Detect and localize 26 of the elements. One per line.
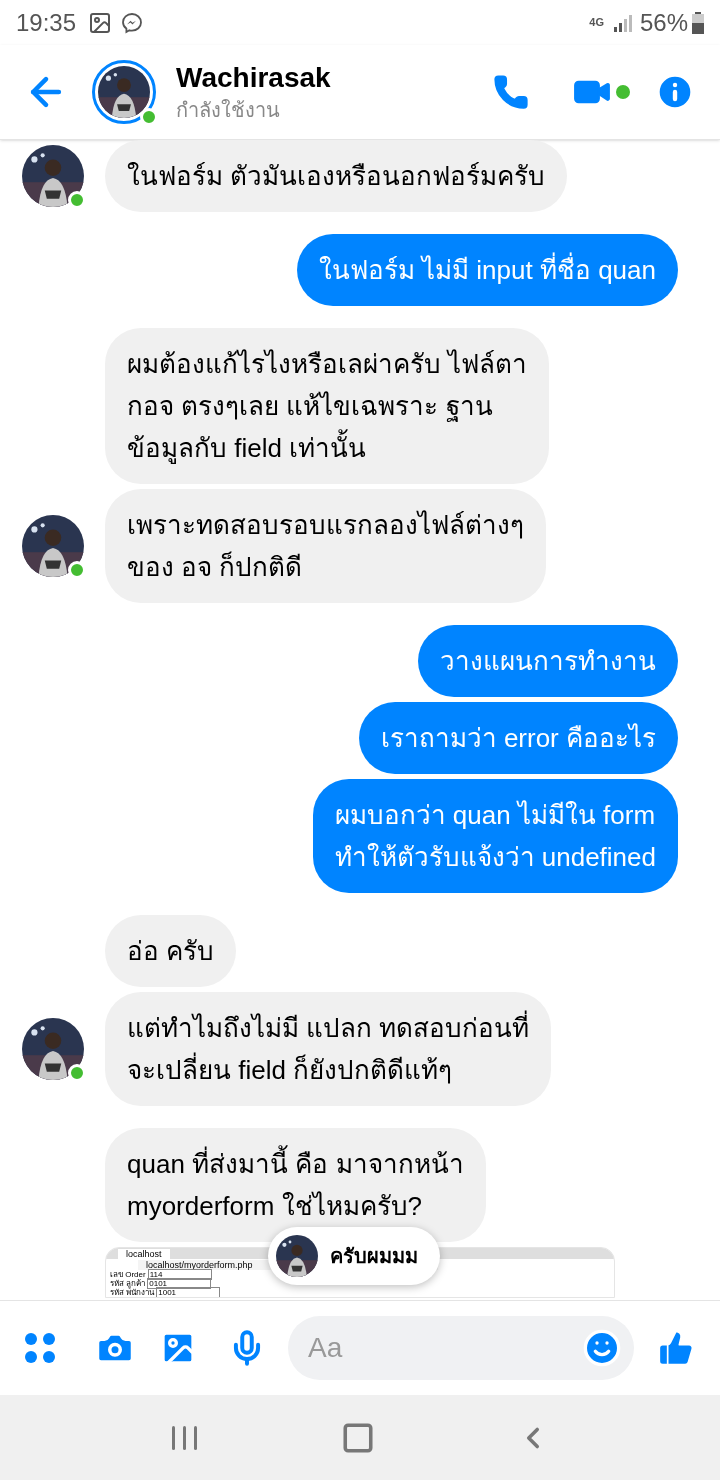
message-bubble[interactable]: ผมต้องแก้ไรไงหรือเลผ่าครับ ไฟล์ตา กอจ ตรงๆเลย แห้ไขเฉพราะ ฐาน ข้อมูลกับ field เท่านั้น (105, 328, 550, 484)
form-label: รหัส พนักงาน (110, 1288, 155, 1297)
active-status: กำลังใช้งาน (176, 97, 281, 123)
form-field: 114 (147, 1269, 212, 1280)
clock: 19:35 (16, 7, 77, 38)
message-bubble[interactable]: เราถามว่า error คืออะไร (358, 702, 678, 774)
toast-text: ครับผมมม (330, 1244, 418, 1269)
battery-percent: 56% (639, 7, 688, 38)
message-field[interactable]: Aa (288, 1316, 634, 1380)
message-bubble[interactable]: ในฟอร์ม ไม่มี input ที่ชื่อ quan (296, 234, 678, 306)
message-bubble[interactable]: วางแผนการทำงาน (418, 625, 678, 697)
form-field: 1001 (156, 1287, 221, 1297)
message-bubble[interactable]: อ่อ ครับ (105, 915, 237, 987)
form-label: รหัส ลูกค้า (110, 1279, 146, 1288)
form-label: เลข Order (110, 1270, 146, 1279)
browser-tab: localhost (118, 1248, 170, 1259)
message-bubble[interactable]: แต่ทำไมถึงไม่มี แปลก ทดสอบก่อนที่ จะเปลี่ยน field ก็ยังปกติดีแท้ๆ (105, 992, 552, 1106)
network-label: 4G (589, 17, 604, 28)
message-input[interactable]: Aa (308, 1327, 582, 1369)
message-bubble[interactable]: ในฟอร์ม ตัวมันเองหรือนอกฟอร์มครับ (105, 140, 568, 212)
message-bubble[interactable]: เพราะทดสอบรอบแรกลองไฟล์ต่างๆ ของ อจ ก็ปกติดี (105, 489, 546, 603)
toast[interactable]: ครับผมมม (268, 1227, 440, 1285)
form-field: 0101 (147, 1278, 212, 1289)
message-bubble[interactable]: quan ที่ส่งมานี้ คือ มาจากหน้า myorderform ใช่ไหมครับ? (105, 1128, 486, 1242)
contact-name: Wachirasak (176, 60, 331, 95)
message-bubble[interactable]: ผมบอกว่า quan ไม่มีใน form ทำให้ตัวรับแจ้งว่า undefined (312, 779, 678, 893)
